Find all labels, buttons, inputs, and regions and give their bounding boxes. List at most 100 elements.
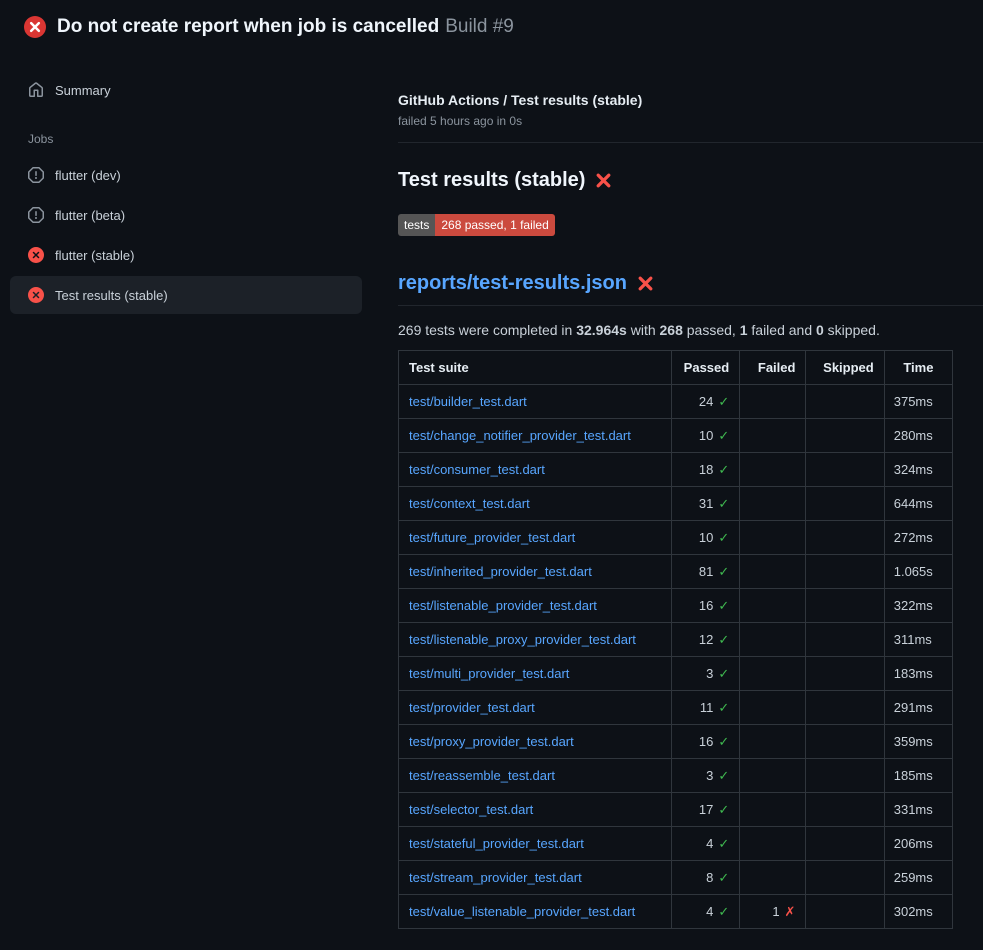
failed-cell bbox=[740, 725, 806, 759]
passed-cell-value: 81 bbox=[699, 564, 713, 579]
suite-cell: test/consumer_test.dart bbox=[399, 453, 672, 487]
sidebar-item-job[interactable]: flutter (dev) bbox=[10, 156, 362, 194]
passed-cell-value: 10 bbox=[699, 530, 713, 545]
skipped-cell bbox=[806, 691, 884, 725]
table-row: test/selector_test.dart17✓331ms bbox=[399, 793, 953, 827]
failed-cell bbox=[740, 555, 806, 589]
x-circle-icon bbox=[28, 247, 44, 263]
time-cell: 1.065s bbox=[884, 555, 952, 589]
page-header: Do not create report when job is cancell… bbox=[0, 0, 983, 52]
check-icon: ✓ bbox=[718, 904, 729, 919]
test-suite-link[interactable]: test/builder_test.dart bbox=[409, 394, 527, 409]
badge-value: 268 passed, 1 failed bbox=[435, 214, 554, 236]
test-suite-link[interactable]: test/consumer_test.dart bbox=[409, 462, 545, 477]
check-icon: ✓ bbox=[718, 666, 729, 681]
suite-cell: test/inherited_provider_test.dart bbox=[399, 555, 672, 589]
check-icon: ✓ bbox=[718, 462, 729, 477]
failed-cell: 1✗ bbox=[740, 895, 806, 929]
failed-cell bbox=[740, 487, 806, 521]
passed-cell: 24✓ bbox=[671, 385, 739, 419]
check-icon: ✓ bbox=[718, 768, 729, 783]
test-suite-link[interactable]: test/inherited_provider_test.dart bbox=[409, 564, 592, 579]
suite-cell: test/provider_test.dart bbox=[399, 691, 672, 725]
suite-cell: test/future_provider_test.dart bbox=[399, 521, 672, 555]
check-icon: ✓ bbox=[718, 836, 729, 851]
skipped-cell bbox=[806, 861, 884, 895]
test-suite-link[interactable]: test/provider_test.dart bbox=[409, 700, 535, 715]
test-summary-sentence: 269 tests were completed in 32.964s with… bbox=[398, 322, 983, 338]
skipped-cell bbox=[806, 453, 884, 487]
failed-count: 1 bbox=[740, 322, 748, 338]
column-header: Time bbox=[884, 351, 952, 385]
stop-icon bbox=[28, 167, 44, 183]
failed-cell bbox=[740, 861, 806, 895]
test-suite-link[interactable]: test/selector_test.dart bbox=[409, 802, 533, 817]
build-number: Build #9 bbox=[445, 16, 514, 37]
table-row: test/stateful_provider_test.dart4✓206ms bbox=[399, 827, 953, 861]
test-suite-link[interactable]: test/context_test.dart bbox=[409, 496, 530, 511]
test-suite-link[interactable]: test/listenable_provider_test.dart bbox=[409, 598, 597, 613]
suite-cell: test/stream_provider_test.dart bbox=[399, 861, 672, 895]
time-cell: 272ms bbox=[884, 521, 952, 555]
check-icon: ✓ bbox=[718, 870, 729, 885]
passed-cell: 11✓ bbox=[671, 691, 739, 725]
check-icon: ✓ bbox=[718, 564, 729, 579]
suite-cell: test/multi_provider_test.dart bbox=[399, 657, 672, 691]
suite-cell: test/selector_test.dart bbox=[399, 793, 672, 827]
report-file-link[interactable]: reports/test-results.json bbox=[398, 272, 627, 295]
test-suite-link[interactable]: test/proxy_provider_test.dart bbox=[409, 734, 574, 749]
passed-cell-value: 18 bbox=[699, 462, 713, 477]
passed-cell: 3✓ bbox=[671, 657, 739, 691]
jobs-heading: Jobs bbox=[28, 132, 362, 146]
test-suite-link[interactable]: test/stateful_provider_test.dart bbox=[409, 836, 584, 851]
test-suite-link[interactable]: test/future_provider_test.dart bbox=[409, 530, 575, 545]
sidebar-item-job[interactable]: Test results (stable) bbox=[10, 276, 362, 314]
time-cell: 331ms bbox=[884, 793, 952, 827]
failed-x-icon bbox=[637, 275, 654, 292]
failed-cell bbox=[740, 691, 806, 725]
passed-cell-value: 17 bbox=[699, 802, 713, 817]
sidebar-item-summary[interactable]: Summary bbox=[10, 74, 362, 106]
check-icon: ✓ bbox=[718, 530, 729, 545]
x-circle-icon bbox=[28, 287, 44, 303]
passed-cell: 3✓ bbox=[671, 759, 739, 793]
sidebar-item-job[interactable]: flutter (stable) bbox=[10, 236, 362, 274]
test-suite-link[interactable]: test/value_listenable_provider_test.dart bbox=[409, 904, 635, 919]
suite-cell: test/builder_test.dart bbox=[399, 385, 672, 419]
sidebar-item-job[interactable]: flutter (beta) bbox=[10, 196, 362, 234]
table-row: test/builder_test.dart 24✓ 375ms bbox=[399, 385, 953, 419]
time-cell: 183ms bbox=[884, 657, 952, 691]
table-row: test/value_listenable_provider_test.dart… bbox=[399, 895, 953, 929]
skipped-cell bbox=[806, 419, 884, 453]
suite-cell: test/listenable_proxy_provider_test.dart bbox=[399, 623, 672, 657]
passed-cell: 4✓ bbox=[671, 895, 739, 929]
suite-cell: test/reassemble_test.dart bbox=[399, 759, 672, 793]
passed-cell: 10 ✓ bbox=[671, 521, 739, 555]
failed-cell bbox=[740, 419, 806, 453]
check-icon: ✓ bbox=[718, 632, 729, 647]
check-icon: ✓ bbox=[718, 428, 729, 443]
test-suite-link[interactable]: test/listenable_proxy_provider_test.dart bbox=[409, 632, 636, 647]
passed-cell-value: 12 bbox=[699, 632, 713, 647]
job-label: Test results (stable) bbox=[55, 288, 168, 303]
skipped-cell bbox=[806, 487, 884, 521]
passed-cell-value: 3 bbox=[706, 768, 713, 783]
failed-cell bbox=[740, 657, 806, 691]
test-suite-link[interactable]: test/stream_provider_test.dart bbox=[409, 870, 582, 885]
time-cell: 375ms bbox=[884, 385, 952, 419]
badge-label: tests bbox=[398, 214, 435, 236]
suite-cell: test/value_listenable_provider_test.dart bbox=[399, 895, 672, 929]
failed-cell bbox=[740, 521, 806, 555]
skipped-cell bbox=[806, 385, 884, 419]
table-row: test/change_notifier_provider_test.dart1… bbox=[399, 419, 953, 453]
suite-cell: test/listenable_provider_test.dart bbox=[399, 589, 672, 623]
test-suite-link[interactable]: test/reassemble_test.dart bbox=[409, 768, 555, 783]
passed-cell-value: 16 bbox=[699, 734, 713, 749]
test-suite-link[interactable]: test/change_notifier_provider_test.dart bbox=[409, 428, 631, 443]
job-label: flutter (beta) bbox=[55, 208, 125, 223]
time-cell: 291ms bbox=[884, 691, 952, 725]
time-cell: 206ms bbox=[884, 827, 952, 861]
test-suite-link[interactable]: test/multi_provider_test.dart bbox=[409, 666, 569, 681]
failed-cell bbox=[740, 827, 806, 861]
passed-cell-value: 24 bbox=[699, 394, 713, 409]
